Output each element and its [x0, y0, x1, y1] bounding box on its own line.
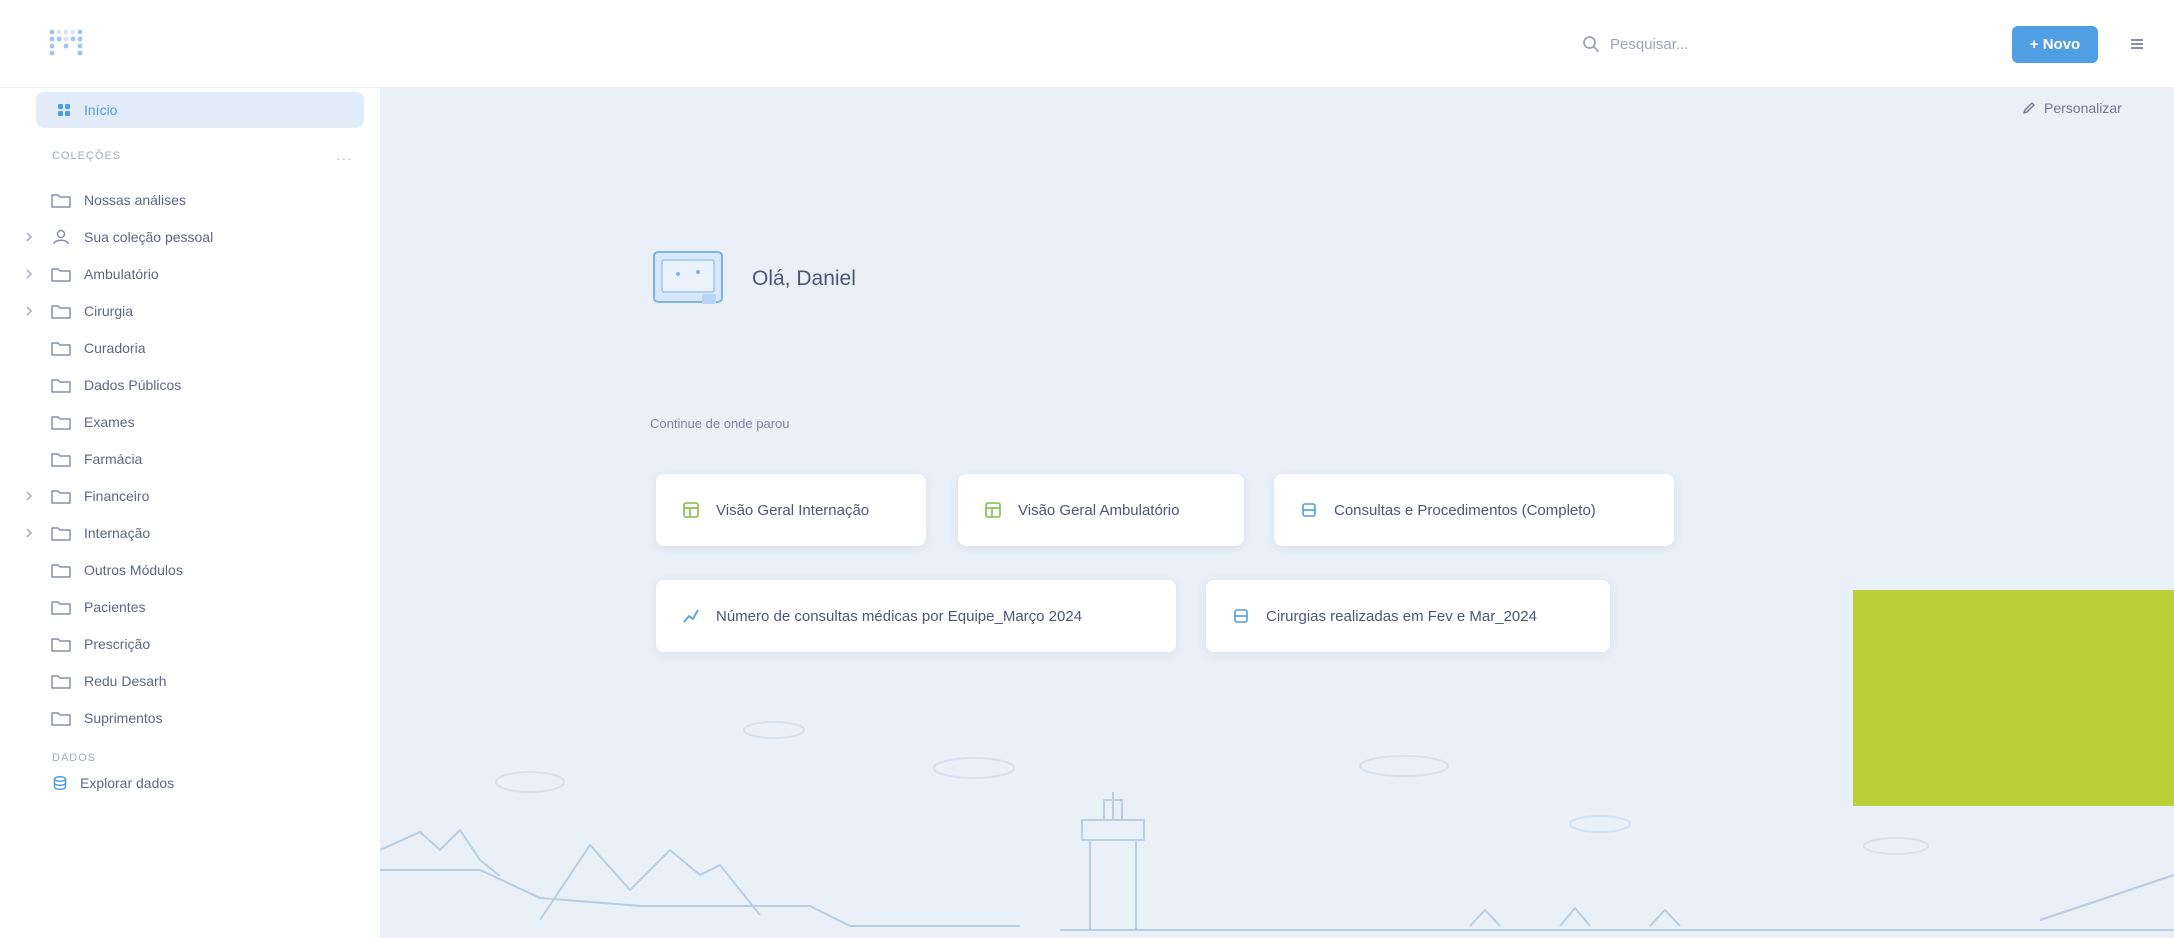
sidebar: Início COLEÇÕES ··· Nossas análises Sua c…	[0, 88, 380, 938]
sidebar-collection-item[interactable]: Prescrição	[0, 625, 380, 662]
line-chart-icon	[683, 609, 699, 623]
folder-icon	[51, 267, 71, 282]
sidebar-collection-item[interactable]: Redu Desarh	[0, 662, 380, 699]
pencil-icon	[2023, 102, 2035, 114]
recent-card-numero-consultas[interactable]: Número de consultas médicas por Equipe_M…	[656, 580, 1176, 652]
database-icon	[53, 776, 67, 791]
sidebar-collection-item[interactable]: Pacientes	[0, 588, 380, 625]
top-navigation-bar: Pesquisar... + Novo	[0, 0, 2174, 88]
explore-data-label: Explorar dados	[80, 775, 175, 791]
sidebar-collection-item[interactable]: Sua coleção pessoal	[0, 218, 380, 255]
sidebar-collection-item[interactable]: Dados Públicos	[0, 366, 380, 403]
sidebar-collection-label: Redu Desarh	[84, 672, 167, 689]
sidebar-collection-item[interactable]: Cirurgia	[0, 292, 380, 329]
recent-card-label: Número de consultas médicas por Equipe_M…	[716, 607, 1083, 625]
chevron-right-icon[interactable]	[0, 527, 40, 538]
chevron-right-icon[interactable]	[0, 490, 40, 501]
chevron-right-icon[interactable]	[0, 305, 40, 316]
sidebar-collection-item[interactable]: Financeiro	[0, 477, 380, 514]
sidebar-collection-item[interactable]: Nossas análises	[0, 181, 380, 218]
data-section-label: DADOS	[52, 752, 97, 764]
sidebar-collection-item[interactable]: Outros Módulos	[0, 551, 380, 588]
folder-icon	[51, 341, 71, 356]
sidebar-collection-label: Exames	[84, 413, 135, 430]
sidebar-collection-label: Nossas análises	[84, 191, 186, 208]
new-button[interactable]: + Novo	[2012, 26, 2098, 63]
sidebar-item-home[interactable]: Início	[36, 92, 364, 128]
new-button-label: + Novo	[2029, 36, 2081, 53]
greeting-illustration-icon	[653, 251, 723, 304]
folder-icon	[51, 600, 71, 615]
sidebar-item-explore-data[interactable]: Explorar dados	[52, 775, 174, 791]
dashboard-icon	[985, 502, 1001, 518]
sidebar-collection-label: Curadoria	[84, 339, 146, 356]
folder-icon	[51, 489, 71, 504]
dashboard-icon	[683, 502, 699, 518]
table-icon	[1234, 609, 1248, 623]
folder-icon	[51, 304, 71, 319]
sidebar-collection-label: Ambulatório	[84, 265, 159, 282]
metabase-logo-icon[interactable]	[46, 24, 86, 64]
table-icon	[1302, 503, 1316, 517]
sidebar-item-home-label: Início	[84, 102, 118, 118]
folder-icon	[51, 526, 71, 541]
folder-icon	[51, 711, 71, 726]
sidebar-collection-label: Dados Públicos	[84, 376, 182, 393]
sidebar-collection-label: Financeiro	[84, 487, 150, 504]
sidebar-collection-label: Cirurgia	[84, 302, 134, 319]
recent-card-label: Visão Geral Internação	[716, 501, 870, 519]
recent-card-visao-geral-ambulatorio[interactable]: Visão Geral Ambulatório	[958, 474, 1244, 546]
sidebar-collection-item[interactable]: Exames	[0, 403, 380, 440]
highlight-block	[1853, 590, 2174, 806]
sidebar-collection-label: Pacientes	[84, 598, 146, 615]
folder-icon	[51, 563, 71, 578]
sidebar-collection-label: Farmácia	[84, 450, 143, 467]
sidebar-collection-item[interactable]: Ambulatório	[0, 255, 380, 292]
folder-icon	[51, 415, 71, 430]
folder-icon	[51, 193, 71, 208]
person-icon	[53, 229, 69, 244]
chevron-right-icon[interactable]	[0, 268, 40, 279]
search-bar[interactable]: Pesquisar...	[1568, 26, 1988, 62]
recent-card-label: Consultas e Procedimentos (Completo)	[1334, 501, 1596, 519]
search-input[interactable]: Pesquisar...	[1610, 36, 1688, 53]
sidebar-collection-item[interactable]: Internação	[0, 514, 380, 551]
folder-icon	[51, 378, 71, 393]
folder-icon	[51, 452, 71, 467]
recent-card-cirurgias-realizadas[interactable]: Cirurgias realizadas em Fev e Mar_2024	[1206, 580, 1610, 652]
recent-card-visao-geral-internacao[interactable]: Visão Geral Internação	[656, 474, 926, 546]
greeting: Olá, Daniel	[652, 250, 856, 308]
personalize-button[interactable]: Personalizar	[2022, 100, 2122, 116]
sidebar-collection-label: Internação	[84, 524, 151, 541]
sidebar-collection-label: Suprimentos	[84, 709, 163, 726]
collections-more-button[interactable]: ···	[336, 150, 353, 166]
home-icon	[58, 104, 70, 116]
sidebar-collection-label: Prescrição	[84, 635, 151, 652]
folder-icon	[51, 637, 71, 652]
continue-label: Continue de onde parou	[650, 416, 790, 431]
chevron-right-icon[interactable]	[0, 231, 40, 242]
menu-dots-icon[interactable]	[2126, 33, 2148, 55]
recent-card-consultas-procedimentos[interactable]: Consultas e Procedimentos (Completo)	[1274, 474, 1674, 546]
sidebar-collection-item[interactable]: Farmácia	[0, 440, 380, 477]
greeting-text: Olá, Daniel	[752, 267, 856, 290]
recent-card-label: Visão Geral Ambulatório	[1018, 501, 1180, 519]
sidebar-collection-label: Sua coleção pessoal	[84, 228, 214, 245]
collections-list: Nossas análises Sua coleção pessoal Ambula…	[0, 181, 380, 736]
sidebar-collection-item[interactable]: Suprimentos	[0, 699, 380, 736]
search-icon	[1583, 36, 1599, 52]
collections-section-label: COLEÇÕES	[52, 150, 122, 162]
sidebar-collection-item[interactable]: Curadoria	[0, 329, 380, 366]
recent-card-label: Cirurgias realizadas em Fev e Mar_2024	[1266, 607, 1537, 625]
folder-icon	[51, 674, 71, 689]
sidebar-collection-label: Outros Módulos	[84, 561, 183, 578]
personalize-label: Personalizar	[2044, 100, 2122, 116]
